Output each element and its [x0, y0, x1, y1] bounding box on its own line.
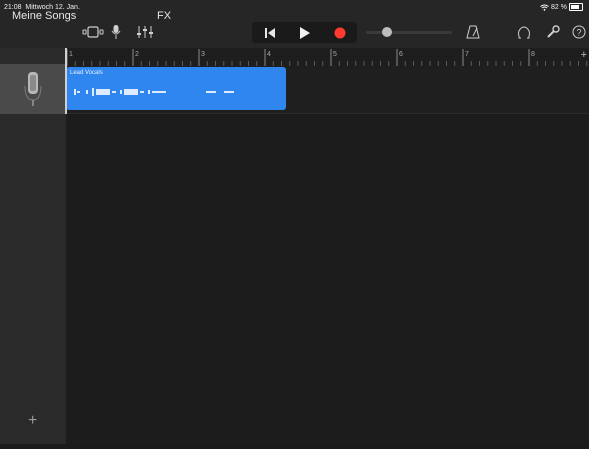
battery-icon: [569, 3, 583, 11]
battery-percentage: 82 %: [551, 3, 567, 11]
region-name: Lead Vocals: [70, 70, 103, 76]
ruler-bar-number: 4: [267, 51, 271, 58]
loop-icon[interactable]: [517, 25, 531, 39]
master-volume-slider[interactable]: [366, 31, 452, 34]
ruler-bar-number: 1: [69, 51, 73, 58]
browser-view-icon[interactable]: [82, 25, 104, 39]
record-button[interactable]: [322, 22, 357, 43]
go-to-start-button[interactable]: [252, 22, 287, 43]
add-track-button[interactable]: +: [28, 413, 37, 429]
ruler-ticks: 1 2 3 4 5 6 7 8: [66, 49, 588, 66]
tracks-area[interactable]: [66, 66, 589, 444]
settings-wrench-icon[interactable]: [546, 25, 560, 39]
status-bar: 21:08 Mittwoch 12. Jan. 82 %: [0, 0, 589, 16]
ruler-add-button[interactable]: +: [581, 49, 587, 61]
record-icon: [334, 27, 345, 38]
microphone-icon[interactable]: [110, 24, 122, 40]
microphone-icon: [24, 72, 42, 106]
ruler-bar-number: 6: [399, 51, 403, 58]
transport-controls: [252, 22, 357, 43]
track-header-lead-vocals[interactable]: [0, 64, 66, 114]
region-waveform: [74, 88, 234, 96]
ruler-bar-number: 8: [531, 51, 535, 58]
play-button[interactable]: [287, 22, 322, 43]
play-icon: [299, 26, 310, 39]
metronome-icon[interactable]: [466, 25, 480, 39]
status-right: 82 %: [540, 3, 583, 11]
master-volume-knob[interactable]: [382, 27, 392, 37]
track-grid: [66, 66, 588, 113]
audio-region-lead-vocals[interactable]: Lead Vocals: [66, 67, 286, 110]
svg-text:?: ?: [576, 28, 581, 38]
fx-button[interactable]: FX: [157, 0, 171, 32]
playhead[interactable]: [65, 48, 67, 114]
ruler-bar-number: 5: [333, 51, 337, 58]
help-icon[interactable]: ?: [572, 25, 586, 39]
wifi-icon: [540, 4, 549, 11]
go-to-start-icon: [264, 27, 275, 38]
my-songs-button[interactable]: Meine Songs: [12, 0, 76, 32]
ruler-bar-number: 2: [135, 51, 139, 58]
ruler-bar-number: 7: [465, 51, 469, 58]
ruler-bar-number: 3: [201, 51, 205, 58]
mixer-icon[interactable]: [136, 25, 154, 39]
timeline-ruler[interactable]: 1 2 3 4 5 6 7 8 +: [66, 48, 589, 66]
